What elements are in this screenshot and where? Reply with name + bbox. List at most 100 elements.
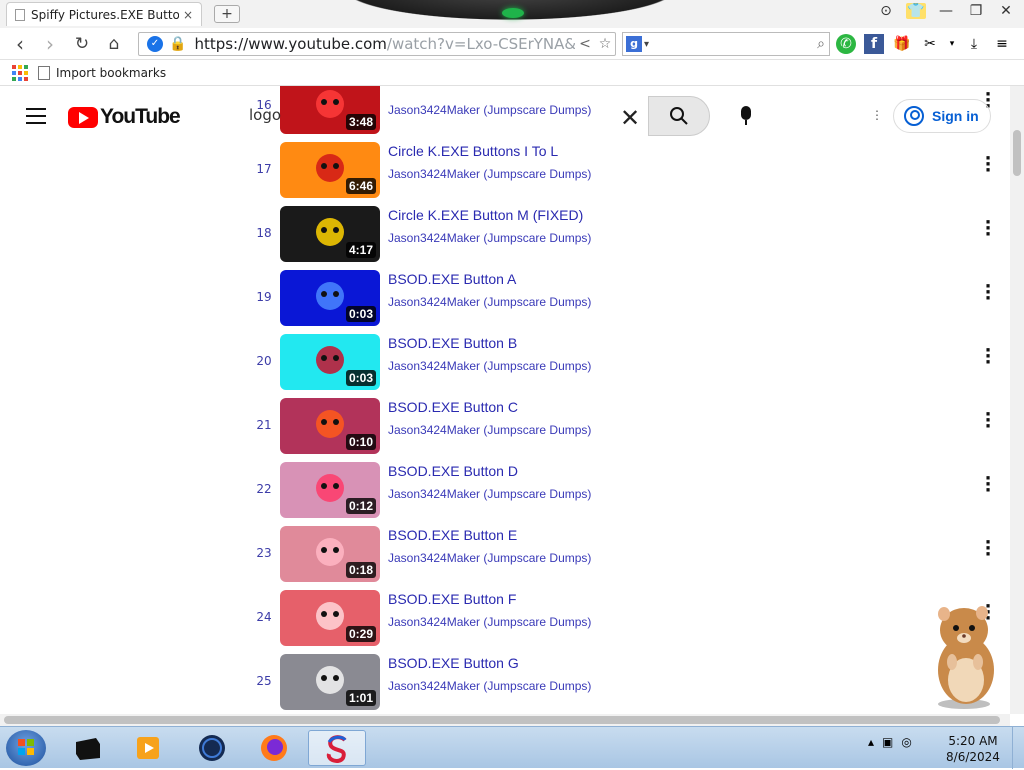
tray-expand-icon[interactable]: ▴ — [868, 735, 874, 749]
video-thumbnail[interactable]: 0:10 — [280, 398, 380, 454]
system-clock[interactable]: 5:20 AM 8/6/2024 — [944, 733, 1002, 765]
minimize-button[interactable]: — — [936, 3, 956, 19]
playlist-row[interactable]: 21 0:10 BSOD.EXE Button C Jason3424Maker (J… — [250, 398, 1010, 454]
close-window-button[interactable]: ✕ — [996, 3, 1016, 19]
theme-icon[interactable]: 👕 — [906, 3, 926, 19]
home-icon[interactable]: ⌂ — [102, 32, 126, 56]
channel-name-link[interactable]: Jason3424Maker (Jumpscare Dumps) — [388, 487, 591, 501]
sign-in-button[interactable]: Sign in — [893, 99, 991, 133]
more-actions-icon[interactable]: ··· — [982, 214, 994, 244]
playlist-row[interactable]: 19 0:03 BSOD.EXE Button A Jason3424Maker (J… — [250, 270, 1010, 326]
dropdown-caret-icon[interactable]: ▾ — [644, 39, 649, 50]
taskbar-app-browser[interactable] — [308, 730, 366, 766]
taskbar-app-firefox[interactable] — [250, 730, 298, 766]
microphone-icon[interactable] — [738, 106, 754, 128]
clear-search-icon[interactable]: ✕ — [620, 104, 640, 132]
taskbar-app-terminal[interactable] — [64, 730, 112, 766]
more-actions-icon[interactable]: ··· — [982, 150, 994, 180]
broken-logo-text: logo — [249, 106, 282, 124]
windows-taskbar: ▴ ▣ ◎ 5:20 AM 8/6/2024 — [0, 726, 1024, 769]
tray-network-icon[interactable]: ◎ — [901, 735, 911, 749]
video-title-link[interactable]: BSOD.EXE Button G — [388, 655, 519, 671]
whatsapp-icon[interactable]: ✆ — [836, 34, 856, 54]
playlist-row[interactable]: 18 4:17 Circle K.EXE Button M (FIXED) Jason… — [250, 206, 1010, 262]
magnifier-icon[interactable]: ⌕ — [817, 36, 825, 52]
search-button[interactable] — [648, 96, 710, 136]
video-thumbnail[interactable]: 0:03 — [280, 270, 380, 326]
video-title-link[interactable]: Circle K.EXE Button M (FIXED) — [388, 207, 583, 223]
tray-monitor-icon[interactable]: ▣ — [882, 735, 893, 749]
back-arrow-icon[interactable]: ‹ — [8, 32, 32, 56]
playlist-row[interactable]: 17 6:46 Circle K.EXE Buttons I To L Jason34… — [250, 142, 1010, 198]
hamster-mascot-image[interactable] — [920, 600, 1012, 710]
video-title-link[interactable]: BSOD.EXE Button C — [388, 399, 518, 415]
playlist-row[interactable]: 20 0:03 BSOD.EXE Button B Jason3424Maker (J… — [250, 334, 1010, 390]
channel-name-link[interactable]: Jason3424Maker (Jumpscare Dumps) — [388, 359, 591, 373]
playlist-row[interactable]: 24 0:29 BSOD.EXE Button F Jason3424Maker (J… — [250, 590, 1010, 646]
gift-icon[interactable]: 🎁 — [892, 34, 912, 54]
channel-name-link[interactable]: Jason3424Maker (Jumpscare Dumps) — [388, 295, 591, 309]
youtube-logo[interactable]: YouTube — [68, 105, 181, 129]
apps-grid-icon[interactable] — [12, 64, 28, 81]
share-icon[interactable]: < — [575, 36, 595, 52]
channel-name-link[interactable]: Jason3424Maker (Jumpscare Dumps) — [388, 167, 591, 181]
more-actions-icon[interactable]: ··· — [982, 278, 994, 308]
scissors-icon[interactable]: ✂ — [920, 34, 940, 54]
download-icon[interactable]: ⤓ — [964, 34, 984, 54]
more-actions-icon[interactable]: ··· — [982, 534, 994, 564]
taskbar-app-globe[interactable] — [188, 730, 236, 766]
video-thumbnail[interactable]: 0:18 — [280, 526, 380, 582]
video-thumbnail[interactable]: 4:17 — [280, 206, 380, 262]
media-player-icon — [137, 737, 159, 759]
video-title-link[interactable]: BSOD.EXE Button B — [388, 335, 517, 351]
start-button[interactable] — [6, 730, 46, 766]
taskbar-app-media[interactable] — [124, 730, 172, 766]
url-text[interactable]: https://www.youtube.com/watch?v=Lxo-CSEr… — [194, 35, 575, 53]
video-thumbnail[interactable]: 0:29 — [280, 590, 380, 646]
profile-icon[interactable]: ⊙ — [876, 3, 896, 19]
restore-button[interactable]: ❐ — [966, 3, 986, 19]
address-bar[interactable]: ✓ 🔒 https://www.youtube.com/watch?v=Lxo-… — [138, 32, 616, 56]
lock-icon: 🔒 — [169, 36, 187, 52]
video-title-link[interactable]: BSOD.EXE Button D — [388, 463, 518, 479]
channel-name-link[interactable]: Jason3424Maker (Jumpscare Dumps) — [388, 551, 591, 565]
reload-icon[interactable]: ↻ — [70, 32, 94, 56]
playlist-row[interactable]: 25 1:01 BSOD.EXE Button G Jason3424Maker (J… — [250, 654, 1010, 710]
browser-tab[interactable]: Spiffy Pictures.EXE Buttons × — [6, 2, 202, 26]
import-bookmarks-link[interactable]: Import bookmarks — [56, 66, 166, 80]
horizontal-scrollbar[interactable] — [0, 714, 1010, 726]
channel-name-link[interactable]: Jason3424Maker (Jumpscare Dumps) — [388, 423, 591, 437]
video-title-link[interactable]: BSOD.EXE Button A — [388, 271, 516, 287]
channel-name-link[interactable]: Jason3424Maker (Jumpscare Dumps) — [388, 615, 591, 629]
new-tab-button[interactable]: + — [214, 5, 240, 23]
video-thumbnail[interactable]: 1:01 — [280, 654, 380, 710]
search-engine-box[interactable]: g ▾ ⌕ — [622, 32, 830, 56]
settings-kebab-icon[interactable]: ⋮ — [871, 108, 883, 122]
forward-arrow-icon[interactable]: › — [38, 32, 62, 56]
vertical-scrollbar[interactable] — [1010, 86, 1024, 714]
video-thumbnail[interactable]: 6:46 — [280, 142, 380, 198]
more-actions-icon[interactable]: ··· — [982, 470, 994, 500]
channel-name-link[interactable]: Jason3424Maker (Jumpscare Dumps) — [388, 231, 591, 245]
video-title-link[interactable]: BSOD.EXE Button F — [388, 591, 516, 607]
video-duration: 0:18 — [345, 562, 376, 578]
caret-icon[interactable]: ▾ — [948, 34, 956, 54]
show-desktop-button[interactable] — [1012, 727, 1024, 769]
more-actions-icon[interactable]: ··· — [982, 342, 994, 372]
channel-name-link[interactable]: Jason3424Maker (Jumpscare Dumps) — [388, 679, 591, 693]
video-thumbnail[interactable]: 0:12 — [280, 462, 380, 518]
playlist-row[interactable]: 23 0:18 BSOD.EXE Button E Jason3424Maker (J… — [250, 526, 1010, 582]
video-thumbnail[interactable]: 0:03 — [280, 334, 380, 390]
menu-icon[interactable]: ≡ — [992, 34, 1012, 54]
playlist-index: 19 — [256, 290, 272, 304]
video-title-link[interactable]: BSOD.EXE Button E — [388, 527, 517, 543]
video-duration: 0:03 — [345, 306, 376, 322]
facebook-icon[interactable]: f — [864, 34, 884, 54]
playlist-row[interactable]: 22 0:12 BSOD.EXE Button D Jason3424Maker (J… — [250, 462, 1010, 518]
star-icon[interactable]: ☆ — [595, 36, 615, 52]
more-actions-icon[interactable]: ··· — [982, 406, 994, 436]
horizontal-scroll-thumb[interactable] — [4, 716, 1000, 724]
vertical-scroll-thumb[interactable] — [1013, 130, 1021, 176]
hamburger-menu-icon[interactable] — [26, 108, 46, 124]
tab-close-icon[interactable]: × — [183, 8, 193, 22]
